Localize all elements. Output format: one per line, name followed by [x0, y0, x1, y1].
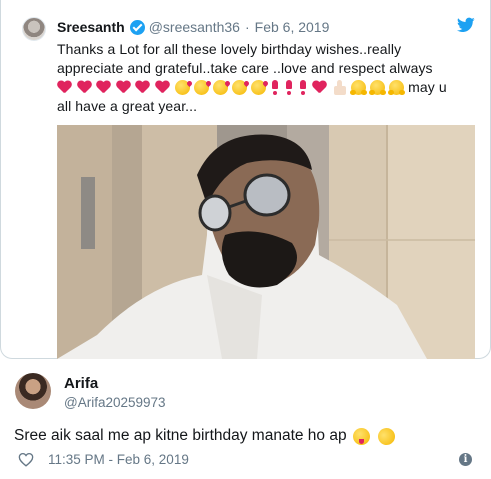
- reply-tweet-footer: 11:35 PM - Feb 6, 2019 i: [14, 450, 474, 470]
- quoted-author-handle[interactable]: @sreesanth36: [149, 19, 240, 35]
- face-blowing-kiss-icon: [174, 80, 190, 95]
- reply-text-content: Sree aik saal me ap kitne birthday manat…: [14, 427, 347, 444]
- reply-author-handle[interactable]: @Arifa20259973: [64, 395, 166, 410]
- tweet-text-line-3: may u: [408, 79, 447, 95]
- heart-exclamation-icon: [299, 80, 306, 95]
- info-icon[interactable]: i: [459, 453, 472, 466]
- quoted-tweet-date[interactable]: Feb 6, 2019: [255, 19, 330, 35]
- red-heart-icon: [57, 81, 72, 95]
- reply-timestamp[interactable]: 11:35 PM - Feb 6, 2019: [48, 452, 189, 467]
- tweet-text-line-4: all have a great year...: [57, 98, 198, 114]
- red-heart-icon: [135, 81, 150, 95]
- verified-badge-icon: [129, 19, 145, 35]
- heart-exclamation-icon: [271, 80, 278, 95]
- rolling-on-floor-laughing-icon: [374, 424, 398, 448]
- header-separator: ·: [244, 19, 250, 35]
- hugging-face-icon: [369, 80, 387, 95]
- face-blowing-kiss-icon: [212, 80, 228, 95]
- reply-tweet-text: Sree aik saal me ap kitne birthday manat…: [14, 424, 398, 448]
- quoted-tweet-text: Thanks a Lot for all these lovely birthd…: [57, 40, 477, 116]
- hugging-face-icon: [388, 80, 406, 95]
- winking-face-tongue-icon: [352, 427, 370, 445]
- face-blowing-kiss-icon: [231, 80, 247, 95]
- tweet-emoji-line: may u: [57, 78, 477, 97]
- quoted-tweet-card[interactable]: Sreesanth @sreesanth36 · Feb 6, 2019 Tha…: [0, 0, 491, 359]
- heart-exclamation-icon: [285, 80, 292, 95]
- tweet-text-line-2: appreciate and grateful..take care ..lov…: [57, 60, 433, 76]
- red-heart-icon: [116, 81, 131, 95]
- sreesanth-avatar[interactable]: [22, 17, 46, 41]
- arifa-avatar[interactable]: [15, 373, 51, 409]
- face-blowing-kiss-icon: [193, 80, 209, 95]
- thumbs-up-icon: [331, 80, 347, 95]
- tweet-text-line-1: Thanks a Lot for all these lovely birthd…: [57, 41, 402, 57]
- selfie-photo[interactable]: [57, 125, 475, 359]
- quoted-author-name[interactable]: Sreesanth: [57, 19, 125, 35]
- hugging-face-icon: [350, 80, 368, 95]
- reply-author-name[interactable]: Arifa: [64, 375, 98, 392]
- red-heart-icon: [96, 81, 111, 95]
- red-heart-icon: [155, 81, 170, 95]
- face-blowing-kiss-icon: [250, 80, 266, 95]
- like-heart-icon[interactable]: [18, 452, 34, 467]
- red-heart-icon: [312, 81, 327, 95]
- quoted-tweet-header: Sreesanth @sreesanth36 · Feb 6, 2019: [57, 17, 329, 37]
- red-heart-icon: [77, 81, 92, 95]
- twitter-bird-icon[interactable]: [457, 17, 475, 33]
